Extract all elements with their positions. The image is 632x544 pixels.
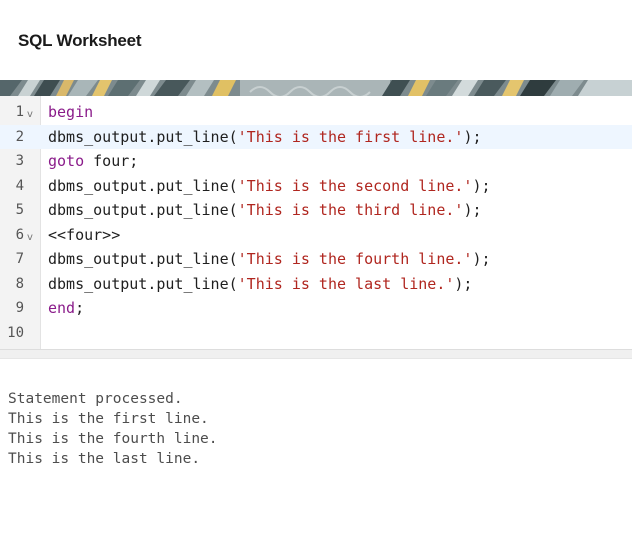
code-token: ); <box>472 250 491 268</box>
string-token: 'This is the third line.' <box>237 201 464 219</box>
string-token: 'This is the first line.' <box>237 127 464 146</box>
line-number: 6 <box>15 226 24 243</box>
code-text: dbms_output.put_line('This is the last l… <box>48 272 472 297</box>
line-number: 5 <box>15 202 24 218</box>
code-token: dbms_output.put_line( <box>48 274 238 293</box>
worksheet-header: SQL Worksheet <box>0 0 632 80</box>
code-line[interactable]: 8 dbms_output.put_line('This is the last … <box>0 272 632 297</box>
string-token: 'This is the last line.' <box>237 274 455 293</box>
line-number: 9 <box>15 300 24 316</box>
line-number: 3 <box>15 153 24 169</box>
output-line: Statement processed. <box>8 391 183 407</box>
code-token: dbms_output.put_line( <box>48 176 238 195</box>
code-token: <<four>> <box>48 225 121 244</box>
code-line[interactable]: 3 goto four; <box>0 149 632 174</box>
line-number: 1 <box>15 104 24 120</box>
string-token: 'This is the second line.' <box>237 176 473 195</box>
code-text: end; <box>48 296 84 321</box>
line-number: 4 <box>15 177 24 194</box>
code-token: ); <box>463 127 482 146</box>
code-token: ); <box>454 274 473 293</box>
code-text: dbms_output.put_line('This is the third … <box>48 198 482 223</box>
code-text: dbms_output.put_line('This is the second… <box>48 174 491 199</box>
code-text: dbms_output.put_line('This is the first … <box>48 125 482 150</box>
code-editor[interactable]: 1 v begin 2 dbms_output.put_line('This is th… <box>0 96 632 349</box>
script-output: Statement processed. This is the first li… <box>8 389 608 469</box>
keyword-token: begin <box>48 103 94 121</box>
code-line[interactable]: 2 dbms_output.put_line('This is the first… <box>0 124 632 150</box>
line-number: 8 <box>15 275 24 292</box>
code-text: dbms_output.put_line('This is the fourth… <box>48 247 491 272</box>
line-number: 2 <box>15 128 24 145</box>
banner-pattern <box>0 80 632 96</box>
code-token: dbms_output.put_line( <box>48 250 238 268</box>
keyword-token: end <box>48 299 76 317</box>
code-line[interactable]: 6 v <<four>> <box>0 223 632 248</box>
keyword-token: goto <box>48 152 85 170</box>
output-line: This is the fourth line. <box>8 431 218 447</box>
code-line[interactable]: 5 dbms_output.put_line('This is the third… <box>0 198 632 223</box>
output-line: This is the last line. <box>8 451 201 467</box>
code-token: dbms_output.put_line( <box>48 201 238 219</box>
code-token: ); <box>472 176 491 195</box>
code-line[interactable]: 7 dbms_output.put_line('This is the fourt… <box>0 247 632 272</box>
output-line: This is the first line. <box>8 411 209 427</box>
page-title: SQL Worksheet <box>18 31 142 50</box>
line-number: 7 <box>15 251 24 267</box>
string-token: 'This is the fourth line.' <box>237 250 473 268</box>
code-text: <<four>> <box>48 223 120 248</box>
code-token: four; <box>84 152 139 170</box>
code-token: ); <box>463 201 482 219</box>
code-line[interactable]: 4 dbms_output.put_line('This is the secon… <box>0 174 632 199</box>
code-token: ; <box>75 299 85 317</box>
code-text: begin <box>48 100 93 125</box>
decorative-banner <box>0 80 632 96</box>
code-line[interactable]: 10 <box>0 321 632 346</box>
code-line[interactable]: 9 end; <box>0 296 632 321</box>
line-number: 10 <box>7 324 24 341</box>
code-text: goto four; <box>48 149 138 174</box>
code-line[interactable]: 1 v begin <box>0 100 632 125</box>
panel-splitter[interactable] <box>0 349 632 359</box>
code-token: dbms_output.put_line( <box>48 127 238 146</box>
